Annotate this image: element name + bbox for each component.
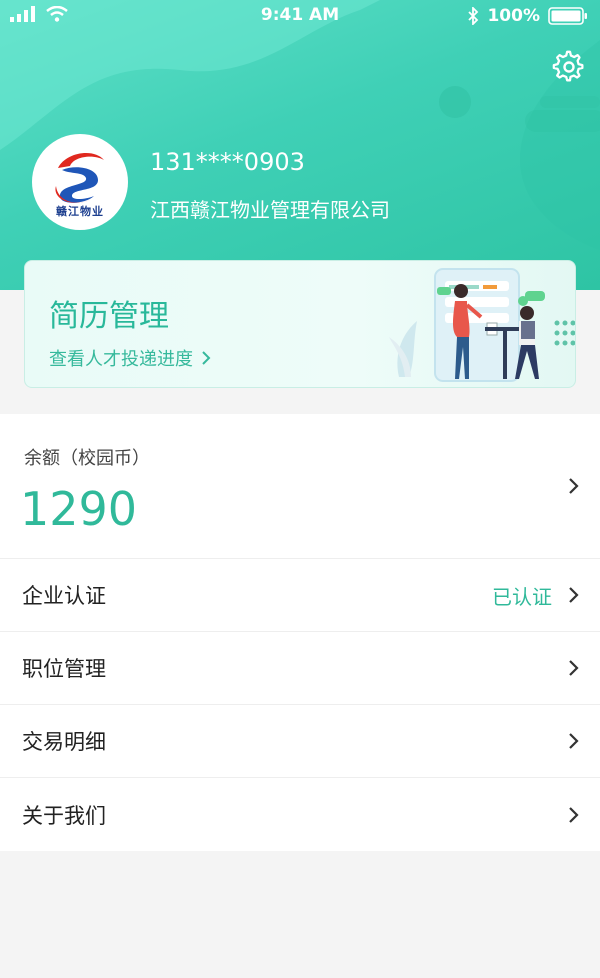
verification-status: 已认证 — [492, 584, 552, 609]
battery-icon — [548, 7, 587, 25]
menu-item-label: 企业认证 — [22, 584, 106, 608]
resume-management-card[interactable]: 简历管理 查看人才投递进度 — [24, 260, 576, 388]
balance-label: 余额（校园币） — [24, 448, 150, 469]
menu-item-label: 关于我们 — [22, 803, 106, 828]
resume-card-subtitle: 查看人才投递进度 — [49, 349, 193, 370]
avatar[interactable]: 赣江物业 — [32, 134, 128, 230]
chevron-right-icon — [569, 806, 579, 823]
menu-item-label: 职位管理 — [22, 657, 106, 681]
resume-card-title: 简历管理 — [49, 299, 169, 334]
status-bar: 9:41 AM 100% — [0, 0, 600, 34]
chevron-right-icon — [569, 733, 579, 749]
profile-company: 江西赣江物业管理有限公司 — [150, 198, 390, 222]
profile-header: 9:41 AM 100% 赣江物业 131****0903 江西赣江物业管理有限… — [0, 0, 600, 290]
balance-value: 1290 — [20, 482, 138, 536]
chevron-right-icon — [569, 660, 579, 676]
avatar-caption: 赣江物业 — [56, 205, 104, 218]
settings-gear-icon[interactable] — [552, 50, 586, 84]
menu-item-label: 交易明细 — [22, 730, 106, 754]
balance-row[interactable]: 余额（校园币） 1290 — [0, 414, 600, 559]
chevron-right-icon — [202, 351, 211, 365]
chevron-right-icon — [569, 587, 579, 603]
menu-item-enterprise-verification[interactable]: 企业认证 已认证 — [0, 559, 600, 632]
chevron-right-icon — [569, 478, 579, 494]
recruitment-illustration — [389, 268, 575, 382]
menu-item-job-management[interactable]: 职位管理 — [0, 632, 600, 705]
menu-item-about-us[interactable]: 关于我们 — [0, 778, 600, 851]
resume-card-link[interactable]: 查看人才投递进度 — [49, 345, 211, 371]
menu-item-transactions[interactable]: 交易明细 — [0, 705, 600, 778]
bluetooth-icon — [468, 7, 479, 25]
battery-percent: 100% — [487, 6, 540, 26]
account-menu: 余额（校园币） 1290 企业认证 已认证 职位管理 交易明细 关于我们 — [0, 414, 600, 851]
profile-phone: 131****0903 — [150, 148, 305, 176]
